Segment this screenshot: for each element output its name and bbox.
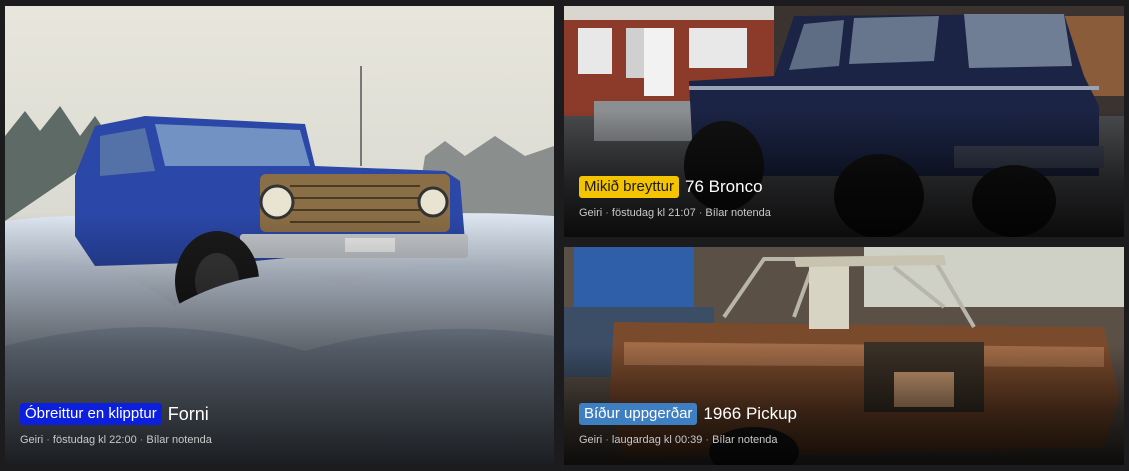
status-badge[interactable]: Bíður uppgerðar [579, 403, 698, 425]
thread-date: föstudag kl 22:00 [52, 434, 137, 446]
thread-meta: Geiri · föstudag kl 22:00 · Bílar notenda [20, 433, 539, 447]
forum-link[interactable]: Bílar notenda [712, 434, 777, 446]
author-link[interactable]: Geiri [579, 434, 602, 446]
thread-meta: Geiri · föstudag kl 21:07 · Bílar notenda [579, 206, 1109, 220]
thread-title-link[interactable]: 1966 Pickup [703, 403, 797, 425]
card-title-row: Bíður uppgerðar 1966 Pickup [579, 403, 1109, 425]
meta-separator: · [139, 434, 144, 446]
meta-separator: · [46, 434, 50, 446]
forum-link[interactable]: Bílar notenda [705, 207, 770, 219]
featured-card-1966-pickup[interactable]: Bíður uppgerðar 1966 Pickup Geiri · laugar… [564, 247, 1124, 465]
meta-separator: · [605, 207, 609, 219]
card-caption: Mikið breyttur 76 Bronco Geiri · föstudag … [579, 176, 1109, 220]
thread-title-link[interactable]: Forni [168, 403, 209, 425]
meta-separator: · [698, 207, 703, 219]
thread-date: laugardag kl 00:39 [611, 434, 703, 446]
author-link[interactable]: Geiri [579, 207, 602, 219]
card-title-row: Óbreittur en klipptur Forni [20, 403, 539, 425]
meta-separator: · [605, 434, 609, 446]
card-caption: Óbreittur en klipptur Forni Geiri · föstud… [20, 403, 539, 447]
meta-separator: · [705, 434, 710, 446]
status-badge[interactable]: Mikið breyttur [579, 176, 680, 198]
status-badge[interactable]: Óbreittur en klipptur [20, 403, 162, 425]
card-caption: Bíður uppgerðar 1966 Pickup Geiri · laugar… [579, 403, 1109, 447]
forum-link[interactable]: Bílar notenda [146, 434, 211, 446]
featured-card-forni[interactable]: Óbreittur en klipptur Forni Geiri · föstud… [5, 6, 554, 465]
featured-threads-grid: Óbreittur en klipptur Forni Geiri · föstud… [0, 0, 1129, 471]
thread-meta: Geiri · laugardag kl 00:39 · Bílar notenda [579, 433, 1109, 447]
card-title-row: Mikið breyttur 76 Bronco [579, 176, 1109, 198]
featured-card-76-bronco[interactable]: Mikið breyttur 76 Bronco Geiri · föstudag … [564, 6, 1124, 237]
thread-title-link[interactable]: 76 Bronco [685, 176, 763, 198]
author-link[interactable]: Geiri [20, 434, 43, 446]
thread-date: föstudag kl 21:07 [611, 207, 696, 219]
